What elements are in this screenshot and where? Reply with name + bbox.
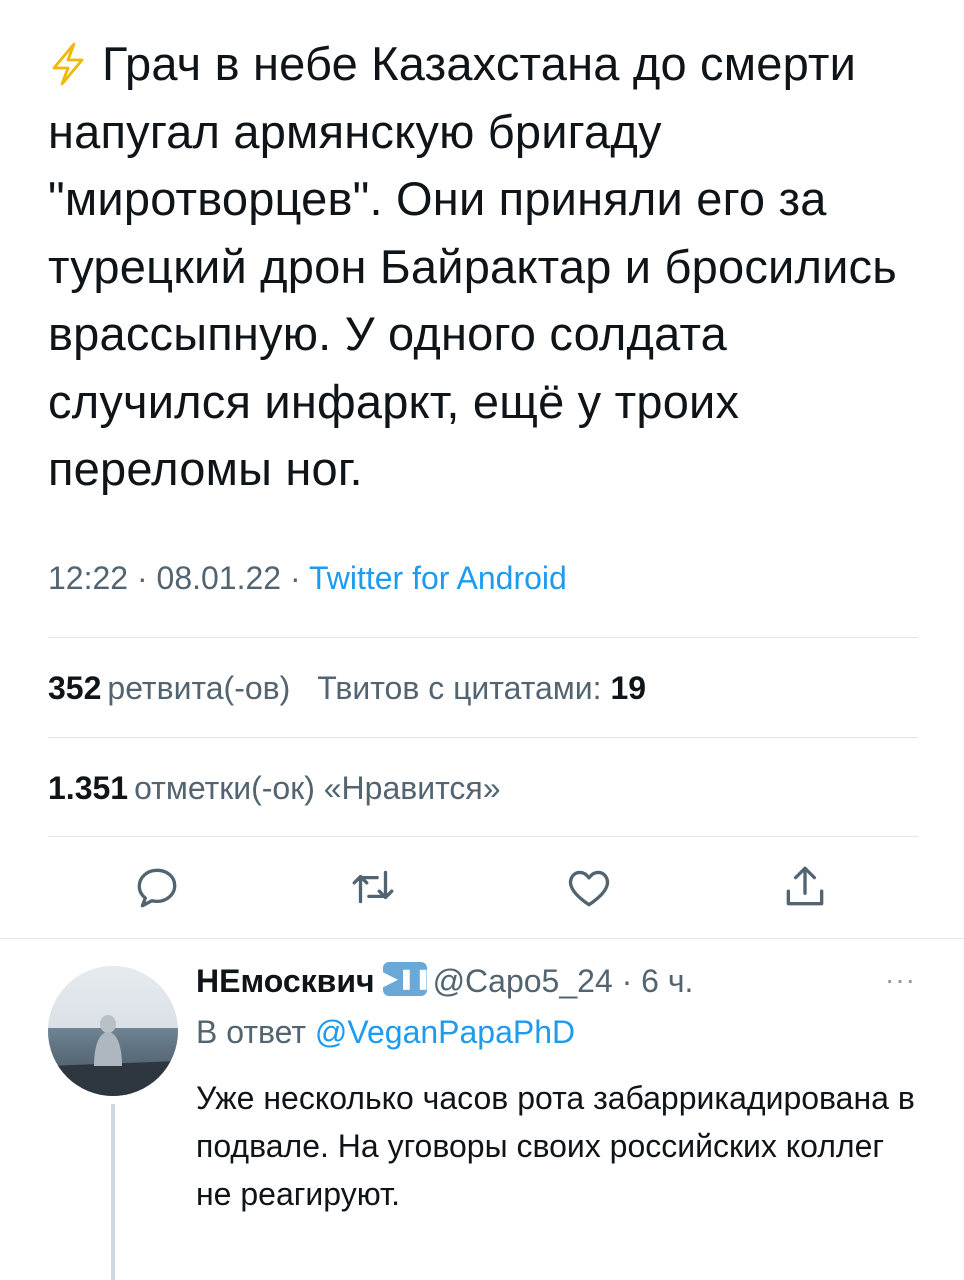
retweet-stats: 352 ретвита(-ов) Твитов с цитатами: 19 (48, 670, 652, 707)
quotes-stat[interactable]: Твитов с цитатами: 19 (317, 670, 652, 706)
tweet-actions (0, 862, 964, 916)
tweet-body: Грач в небе Казахстана до смерти напугал… (48, 37, 897, 495)
section-divider (0, 938, 964, 939)
reply-to-label: В ответ (196, 1014, 307, 1050)
meta-separator: · (621, 963, 633, 999)
tweet-date: 08.01.22 (156, 560, 282, 596)
retweets-stat[interactable]: 352 ретвита(-ов) (48, 670, 290, 706)
share-icon (786, 866, 824, 906)
thread-line (111, 1104, 115, 1280)
retweet-icon (352, 870, 394, 904)
avatar[interactable] (48, 966, 178, 1096)
reply-author-handle[interactable]: @Capo5_24 (433, 963, 613, 999)
tweet-meta: 12:22 · 08.01.22 · Twitter for Android (48, 560, 567, 597)
more-options-icon[interactable]: ··· (885, 964, 916, 996)
share-button[interactable] (780, 862, 830, 912)
likes-stat[interactable]: 1.351 отметки(-ок) «Нравится» (48, 770, 501, 807)
reply-icon (137, 868, 177, 908)
like-button[interactable] (564, 862, 614, 912)
reply-text: Уже несколько часов рота забаррикадирова… (196, 1080, 915, 1212)
retweets-label: ретвита(-ов) (107, 670, 291, 706)
reply-time[interactable]: 6 ч. (641, 963, 693, 999)
reply-header: НЕмосквич ▶❚❚ @Capo5_24 · 6 ч. (196, 962, 693, 1000)
likes-count: 1.351 (48, 770, 129, 806)
retweets-count: 352 (48, 670, 102, 706)
reply-author-name[interactable]: НЕмосквич (196, 963, 375, 999)
divider (48, 836, 918, 837)
tweet-time: 12:22 (48, 560, 129, 596)
quotes-label: Твитов с цитатами: (317, 670, 602, 706)
retweet-button[interactable] (348, 862, 398, 912)
tweet-source-link[interactable]: Twitter for Android (309, 560, 567, 596)
tweet-text: Грач в небе Казахстана до смерти напугал… (48, 30, 928, 503)
reply-to-line: В ответ @VeganPapaPhD (196, 1014, 575, 1051)
reply-button[interactable] (132, 862, 182, 912)
divider (48, 737, 918, 738)
divider (48, 637, 918, 638)
likes-label: отметки(-ок) «Нравится» (134, 770, 501, 806)
quotes-count: 19 (610, 670, 647, 706)
like-icon (568, 870, 610, 907)
lightning-bolt-icon (52, 42, 84, 86)
meta-separator: · (136, 560, 148, 596)
meta-separator: · (289, 560, 301, 596)
play-pause-icon: ▶❚❚ (382, 962, 431, 996)
reply-to-handle[interactable]: @VeganPapaPhD (315, 1014, 575, 1050)
avatar-image (48, 966, 178, 1096)
